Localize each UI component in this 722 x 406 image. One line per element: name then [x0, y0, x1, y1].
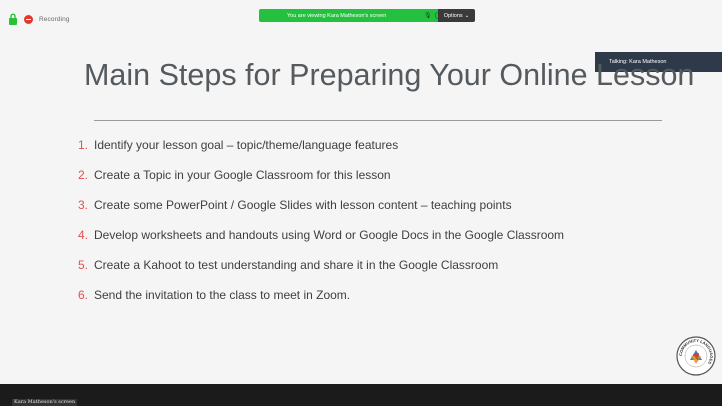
view-options-button[interactable]: Options ⌄	[438, 9, 475, 22]
recording-status: Recording	[8, 12, 70, 26]
step-text: Create a Topic in your Google Classroom …	[94, 168, 391, 182]
step-text: Identify your lesson goal – topic/theme/…	[94, 138, 399, 152]
list-item: 4. Develop worksheets and handouts using …	[78, 228, 564, 242]
step-text: Create a Kahoot to test understanding an…	[94, 258, 499, 272]
list-item: 5. Create a Kahoot to test understanding …	[78, 258, 498, 272]
step-number: 5.	[78, 258, 89, 272]
title-divider	[94, 120, 662, 121]
step-number: 1.	[78, 138, 89, 152]
step-number: 6.	[78, 288, 89, 302]
step-text: Create some PowerPoint / Google Slides w…	[94, 198, 512, 212]
screen-owner-label: Kara Matheson's screen	[12, 399, 78, 406]
step-text: Send the invitation to the class to meet…	[94, 288, 351, 302]
share-controls: 🎙︎ ◯	[422, 9, 441, 22]
step-number: 3.	[78, 198, 89, 212]
slide-title: Main Steps for Preparing Your Online Les…	[84, 58, 695, 92]
step-text: Develop worksheets and handouts using Wo…	[94, 228, 565, 242]
recording-icon	[24, 14, 33, 24]
lock-icon	[9, 13, 17, 25]
bottom-toolbar	[0, 384, 722, 406]
step-number: 4.	[78, 228, 89, 242]
list-item: 2. Create a Topic in your Google Classroo…	[78, 168, 391, 182]
screen-share-banner: You are viewing Kara Matheson's screen 🎙…	[259, 9, 476, 22]
mic-icon[interactable]: 🎙︎	[424, 13, 432, 19]
community-languages-logo: COMMUNITY LANGUAGES	[676, 336, 716, 376]
list-item: 1. Identify your lesson goal – topic/them…	[78, 138, 398, 152]
list-item: 6. Send the invitation to the class to me…	[78, 288, 350, 302]
list-item: 3. Create some PowerPoint / Google Slides…	[78, 198, 512, 212]
chevron-down-icon: ⌄	[464, 12, 470, 19]
options-label: Options	[443, 12, 463, 19]
recording-label: Recording	[39, 15, 70, 23]
share-message: You are viewing Kara Matheson's screen	[259, 9, 422, 22]
step-number: 2.	[78, 168, 89, 182]
shared-screen-slide: Recording You are viewing Kara Matheson'…	[0, 0, 722, 384]
